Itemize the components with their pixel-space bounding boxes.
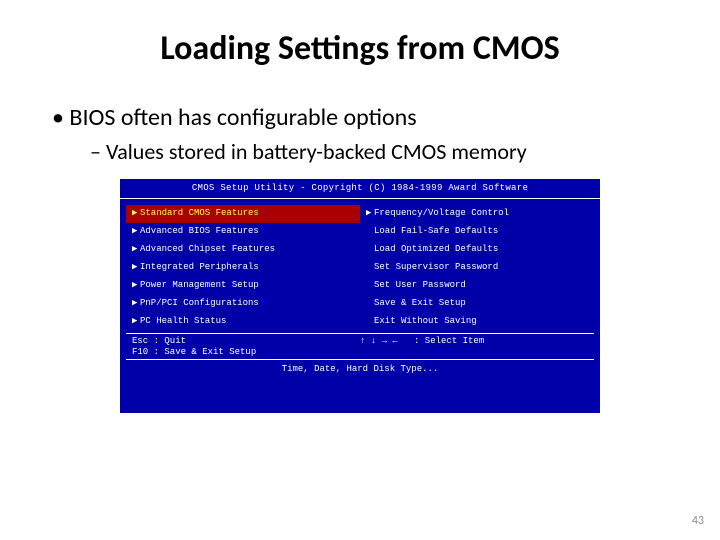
divider [120,198,600,199]
bios-header: CMOS Setup Utility - Copyright (C) 1984-… [120,182,600,196]
bios-menu-item[interactable]: Set User Password [360,277,594,295]
triangle-icon: ▶ [132,208,140,219]
bios-menu-item[interactable]: ▶Frequency/Voltage Control [360,205,594,223]
sub-bullet-text: Values stored in battery-backed CMOS mem… [106,138,527,165]
bios-menu-label: Set Supervisor Password [374,262,498,273]
bios-menu-item[interactable]: Exit Without Saving [360,313,594,331]
bios-menu-item[interactable]: Set Supervisor Password [360,259,594,277]
bios-menu-item[interactable]: ▶Power Management Setup [126,277,360,295]
bios-menu-label: Integrated Peripherals [140,262,259,273]
bios-screenshot-wrap: CMOS Setup Utility - Copyright (C) 1984-… [40,179,680,413]
bios-menu-label: Advanced BIOS Features [140,226,259,237]
slide-title: Loading Settings from CMOS [40,28,680,69]
bullet-list: BIOS often has configurable options Valu… [40,103,680,165]
bios-help-left: Esc : Quit F10 : Save & Exit Setup [132,336,360,358]
divider [126,333,594,334]
bios-menu-item[interactable]: ▶PnP/PCI Configurations [126,295,360,313]
triangle-icon: ▶ [132,244,140,255]
triangle-icon: ▶ [132,262,140,273]
bios-help-right: ↑ ↓ → ← : Select Item [360,336,588,358]
sub-bullet-list: Values stored in battery-backed CMOS mem… [52,138,680,165]
bios-menu-item[interactable]: ▶Advanced BIOS Features [126,223,360,241]
bios-columns: ▶Standard CMOS Features▶Advanced BIOS Fe… [126,205,594,331]
triangle-icon: ▶ [132,280,140,291]
bios-screen: CMOS Setup Utility - Copyright (C) 1984-… [120,179,600,413]
sub-bullet-item: Values stored in battery-backed CMOS mem… [90,138,680,165]
bios-help-row: Esc : Quit F10 : Save & Exit Setup ↑ ↓ →… [126,336,594,358]
triangle-icon: ▶ [132,298,140,309]
slide: Loading Settings from CMOS BIOS often ha… [0,0,720,540]
triangle-icon: ▶ [132,226,140,237]
bios-column-left: ▶Standard CMOS Features▶Advanced BIOS Fe… [126,205,360,331]
bios-menu-item[interactable]: ▶Advanced Chipset Features [126,241,360,259]
triangle-icon: ▶ [132,316,140,327]
bios-menu-label: Load Fail-Safe Defaults [374,226,498,237]
bios-footer: Time, Date, Hard Disk Type... [126,362,594,375]
bios-menu-item[interactable]: ▶PC Health Status [126,313,360,331]
divider [126,359,594,360]
bios-menu-label: PC Health Status [140,316,226,327]
bullet-item: BIOS often has configurable options Valu… [52,103,680,165]
bios-menu-label: Load Optimized Defaults [374,244,498,255]
bios-menu-label: Frequency/Voltage Control [374,208,509,219]
bios-menu-label: Set User Password [374,280,466,291]
bullet-text: BIOS often has configurable options [69,103,416,132]
bios-menu-label: Advanced Chipset Features [140,244,275,255]
bios-menu-item[interactable]: Load Optimized Defaults [360,241,594,259]
bios-menu-item[interactable]: Load Fail-Safe Defaults [360,223,594,241]
bios-menu-label: Save & Exit Setup [374,298,466,309]
bios-menu-item[interactable]: ▶Standard CMOS Features [126,205,360,223]
bios-menu-label: PnP/PCI Configurations [140,298,259,309]
bios-menu-label: Power Management Setup [140,280,259,291]
bios-menu-label: Standard CMOS Features [140,208,259,219]
page-number: 43 [692,514,704,528]
bios-body: ▶Standard CMOS Features▶Advanced BIOS Fe… [120,201,600,377]
bios-menu-item[interactable]: Save & Exit Setup [360,295,594,313]
bios-menu-label: Exit Without Saving [374,316,477,327]
bios-column-right: ▶Frequency/Voltage Control Load Fail-Safe… [360,205,594,331]
triangle-icon: ▶ [366,208,374,219]
bios-menu-item[interactable]: ▶Integrated Peripherals [126,259,360,277]
